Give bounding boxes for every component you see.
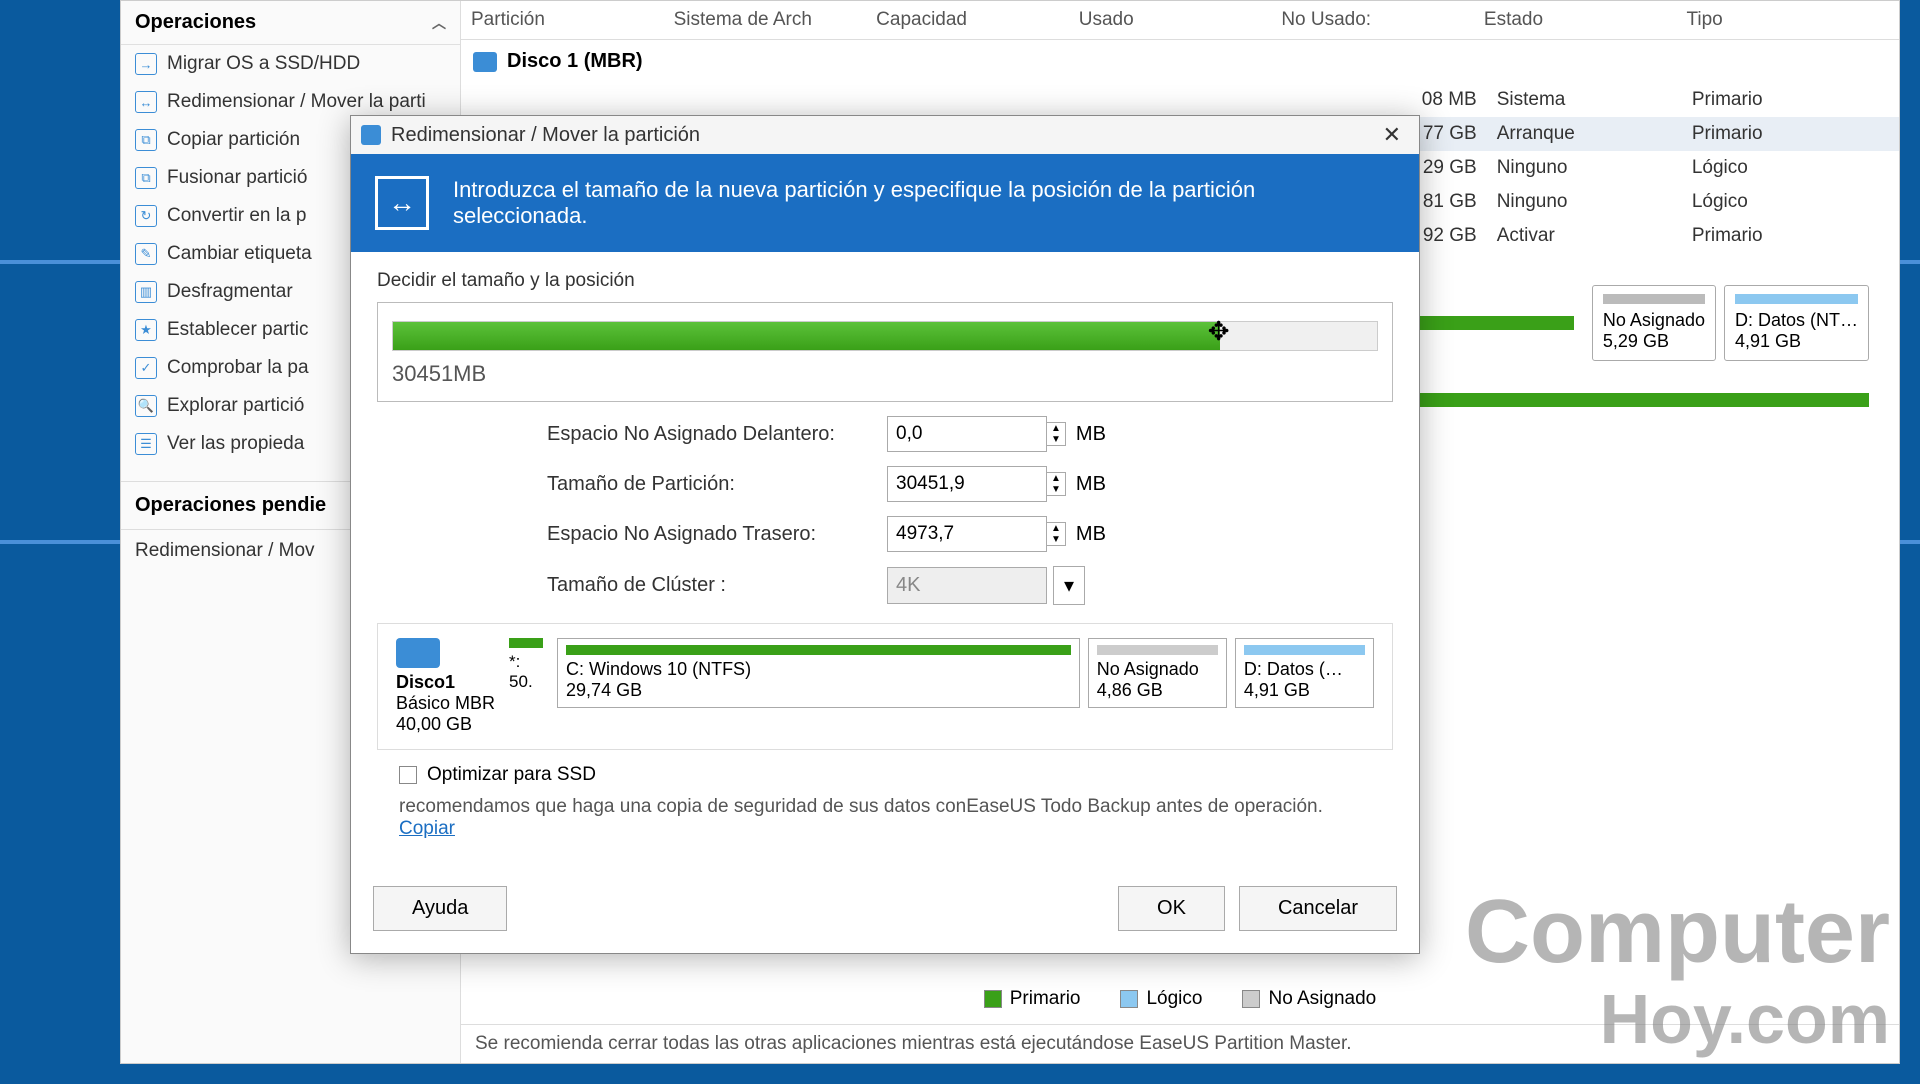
- legend-item: Lógico: [1120, 988, 1202, 1010]
- sidebar-title: Operaciones: [135, 11, 256, 34]
- dialog-banner-text: Introduzca el tamaño de la nueva partici…: [453, 177, 1395, 229]
- operation-icon: ↔: [135, 91, 157, 113]
- sidebar-item-label: Desfragmentar: [167, 281, 293, 303]
- cluster-size-select: 4K: [887, 567, 1047, 604]
- operation-icon: ★: [135, 319, 157, 341]
- rear-space-input[interactable]: [887, 516, 1047, 552]
- unit-label: MB: [1076, 473, 1106, 496]
- column-header[interactable]: Usado: [1079, 9, 1282, 31]
- sidebar-item-label: Convertir en la p: [167, 205, 306, 227]
- cluster-size-label: Tamaño de Clúster :: [547, 574, 887, 597]
- partition-size-label: Tamaño de Partición:: [547, 473, 887, 496]
- column-header[interactable]: Estado: [1484, 9, 1687, 31]
- unit-label: MB: [1076, 523, 1106, 546]
- cluster-dropdown-icon[interactable]: ▾: [1053, 566, 1085, 605]
- partition-size-input[interactable]: [887, 466, 1047, 502]
- disk-icon: [396, 638, 440, 668]
- sidebar-header: Operaciones ︿: [121, 1, 460, 45]
- partition-size-spinner[interactable]: ▲▼: [1046, 472, 1066, 496]
- preview-segment[interactable]: C: Windows 10 (NTFS)29,74 GB: [557, 638, 1080, 708]
- legend: Primario Lógico No Asignado: [461, 974, 1899, 1024]
- rear-space-spinner[interactable]: ▲▼: [1046, 522, 1066, 546]
- column-header[interactable]: Partición: [471, 9, 674, 31]
- operation-icon: ☰: [135, 433, 157, 455]
- disk-map-segment[interactable]: No Asignado5,29 GB: [1592, 285, 1716, 361]
- partition-slider[interactable]: ✥ 30451MB: [377, 302, 1393, 402]
- operation-icon: ⧉: [135, 167, 157, 189]
- size-position-label: Decidir el tamaño y la posición: [377, 270, 1393, 292]
- sidebar-item-label: Comprobar la pa: [167, 357, 309, 379]
- disk-map-segment[interactable]: D: Datos (NT…4,91 GB: [1724, 285, 1869, 361]
- dialog-titlebar[interactable]: Redimensionar / Mover la partición ✕: [351, 116, 1419, 154]
- backup-recommendation: recomendamos que haga una copia de segur…: [377, 792, 1393, 854]
- operation-icon: ⧉: [135, 129, 157, 151]
- unit-label: MB: [1076, 423, 1106, 446]
- help-button[interactable]: Ayuda: [373, 886, 507, 931]
- partition-table-header: ParticiónSistema de ArchCapacidadUsadoNo…: [461, 1, 1899, 40]
- ok-button[interactable]: OK: [1118, 886, 1225, 931]
- preview-segment[interactable]: No Asignado4,86 GB: [1088, 638, 1227, 708]
- preview-disk-name: Disco1: [396, 672, 495, 693]
- operation-icon: ✎: [135, 243, 157, 265]
- front-space-input[interactable]: [887, 416, 1047, 452]
- collapse-icon[interactable]: ︿: [432, 13, 446, 33]
- resize-icon: ↔: [375, 176, 429, 230]
- sidebar-item-label: Fusionar partició: [167, 167, 307, 189]
- ssd-optimize-label: Optimizar para SSD: [427, 764, 596, 786]
- disk-info: Disco1 Básico MBR 40,00 GB: [396, 638, 495, 735]
- column-header[interactable]: Sistema de Arch: [674, 9, 877, 31]
- preview-disk-type: Básico MBR: [396, 693, 495, 714]
- close-icon[interactable]: ✕: [1375, 122, 1409, 148]
- sidebar-item-label: Establecer partic: [167, 319, 309, 341]
- cancel-button[interactable]: Cancelar: [1239, 886, 1397, 931]
- partition-row[interactable]: 08 MBSistemaPrimario: [461, 83, 1899, 117]
- sidebar-item-label: Ver las propieda: [167, 433, 304, 455]
- backup-link[interactable]: Copiar: [399, 818, 455, 839]
- operation-icon: ↻: [135, 205, 157, 227]
- front-space-spinner[interactable]: ▲▼: [1046, 422, 1066, 446]
- preview-tiny-segment: *: 50.: [509, 638, 543, 692]
- operation-icon: →: [135, 53, 157, 75]
- ssd-checkbox[interactable]: [399, 766, 417, 784]
- slider-value: 30451MB: [392, 361, 1378, 387]
- disk-preview: Disco1 Básico MBR 40,00 GB *: 50. C: Win…: [377, 623, 1393, 750]
- sidebar-item-label: Redimensionar / Mover la parti: [167, 91, 426, 113]
- front-space-label: Espacio No Asignado Delantero:: [547, 423, 887, 446]
- operation-icon: 🔍: [135, 395, 157, 417]
- dialog-banner: ↔ Introduzca el tamaño de la nueva parti…: [351, 154, 1419, 252]
- slider-handle-icon[interactable]: ✥: [1208, 316, 1230, 347]
- slider-fill: ✥: [393, 322, 1220, 350]
- disk-row[interactable]: Disco 1 (MBR): [461, 40, 1899, 83]
- preview-segment[interactable]: D: Datos (…4,91 GB: [1235, 638, 1374, 708]
- legend-item: No Asignado: [1242, 988, 1376, 1010]
- operation-icon: ✓: [135, 357, 157, 379]
- dialog-title: Redimensionar / Mover la partición: [391, 124, 700, 147]
- sidebar-item-label: Copiar partición: [167, 129, 300, 151]
- operation-icon: ▥: [135, 281, 157, 303]
- status-bar: Se recomienda cerrar todas las otras apl…: [461, 1024, 1899, 1063]
- disk-icon: [473, 52, 497, 72]
- column-header[interactable]: No Usado:: [1281, 9, 1484, 31]
- app-icon: [361, 125, 381, 145]
- sidebar-item[interactable]: → Migrar OS a SSD/HDD: [121, 45, 460, 83]
- resize-partition-dialog: Redimensionar / Mover la partición ✕ ↔ I…: [350, 115, 1420, 954]
- sidebar-item-label: Migrar OS a SSD/HDD: [167, 53, 360, 75]
- sidebar-item-label: Cambiar etiqueta: [167, 243, 312, 265]
- rear-space-label: Espacio No Asignado Trasero:: [547, 523, 887, 546]
- sidebar-item-label: Explorar partició: [167, 395, 304, 417]
- disk-label: Disco 1 (MBR): [507, 50, 643, 73]
- column-header[interactable]: Capacidad: [876, 9, 1079, 31]
- legend-item: Primario: [984, 988, 1081, 1010]
- column-header[interactable]: Tipo: [1686, 9, 1889, 31]
- preview-disk-size: 40,00 GB: [396, 714, 495, 735]
